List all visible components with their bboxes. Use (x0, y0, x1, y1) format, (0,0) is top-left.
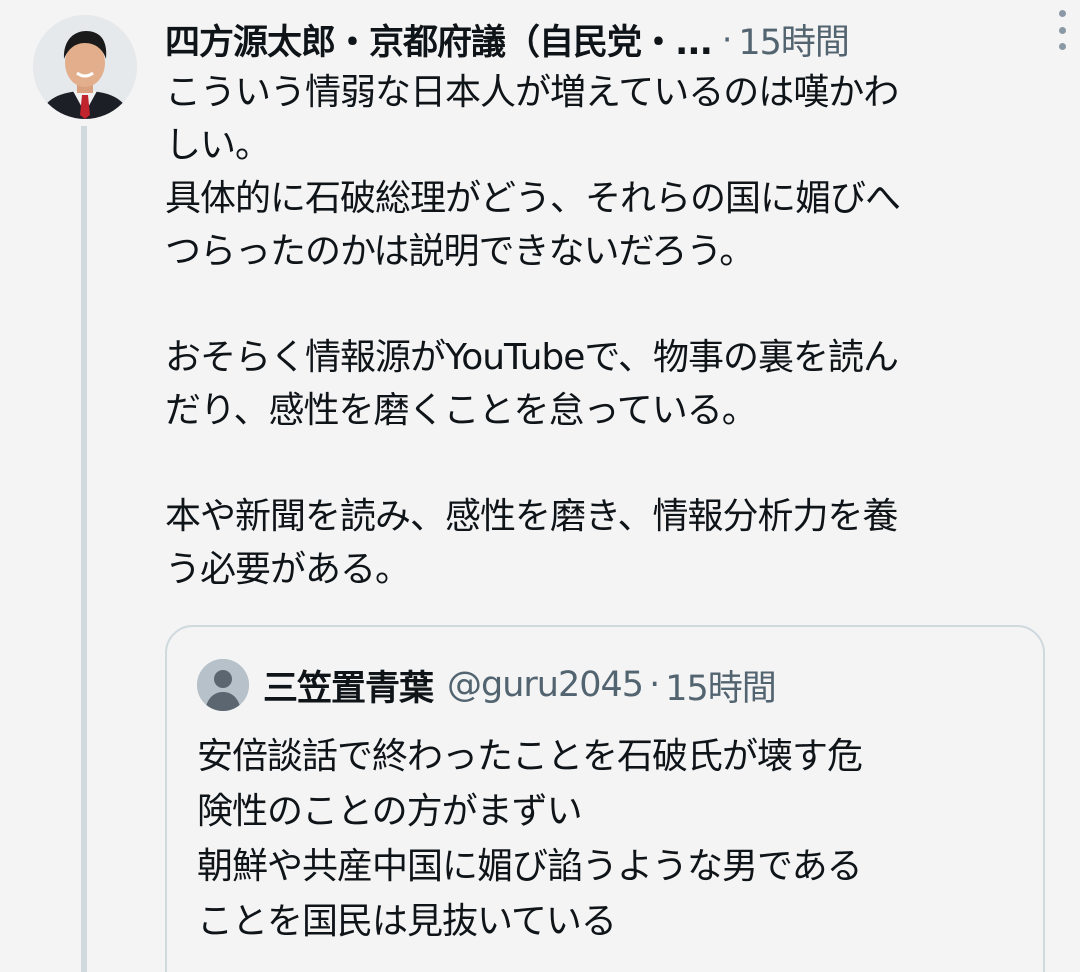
quoted-line: 朝鮮や共産中国に媚び諂うような男である (197, 846, 863, 887)
quoted-author-handle[interactable]: @guru2045 (447, 665, 644, 705)
thread-line (81, 126, 87, 972)
post-view: 四方源太郎・京都府議（自民党・... · 15時間 こういう情弱な日本人が増えて… (0, 0, 1080, 972)
quoted-post-card[interactable]: 三笠置青葉 @guru2045 · 15時間 安倍談話で終わったことを石破氏が壊… (165, 625, 1045, 972)
author-avatar[interactable] (33, 15, 137, 119)
quoted-header-separator: · (649, 665, 660, 705)
post-header: 四方源太郎・京都府議（自民党・... · 15時間 (165, 10, 1045, 68)
quoted-line: ことを国民は見抜いている (197, 901, 617, 942)
quoted-post-timestamp[interactable]: 15時間 (665, 660, 777, 711)
post-line: しい。 (165, 125, 271, 166)
post-line: おそらく情報源がYouTubeで、物事の裏を読ん (165, 337, 899, 378)
quoted-post-header: 三笠置青葉 @guru2045 · 15時間 (197, 657, 777, 713)
quoted-line: 安倍談話で終わったことを石破氏が壊す危 (197, 736, 863, 777)
post-line: 具体的に石破総理がどう、それらの国に媚びへ (165, 178, 901, 219)
header-separator: · (721, 19, 733, 59)
author-name[interactable]: 四方源太郎・京都府議（自民党・... (165, 14, 712, 65)
author-photo (33, 15, 137, 119)
post-text: こういう情弱な日本人が増えているのは嘆かわ しい。 具体的に石破総理がどう、それ… (165, 66, 1055, 596)
post-line: つらったのかは説明できないだろう。 (165, 231, 755, 272)
post-line: 本や新聞を読み、感性を磨き、情報分析力を養 (165, 496, 898, 537)
default-profile-icon[interactable] (197, 659, 249, 711)
post-line: だり、感性を磨くことを怠っている。 (165, 390, 758, 431)
quoted-post-text: 安倍談話で終わったことを石破氏が壊す危 険性のことの方がまずい 朝鮮や共産中国に… (197, 729, 1017, 949)
post-line: う必要がある。 (165, 549, 411, 590)
post-line: こういう情弱な日本人が増えているのは嘆かわ (165, 72, 899, 113)
quoted-line: 険性のことの方がまずい (197, 791, 583, 832)
more-vertical-icon[interactable] (1052, 10, 1072, 50)
quoted-author-name[interactable]: 三笠置青葉 (263, 660, 434, 711)
post-timestamp[interactable]: 15時間 (738, 14, 850, 65)
